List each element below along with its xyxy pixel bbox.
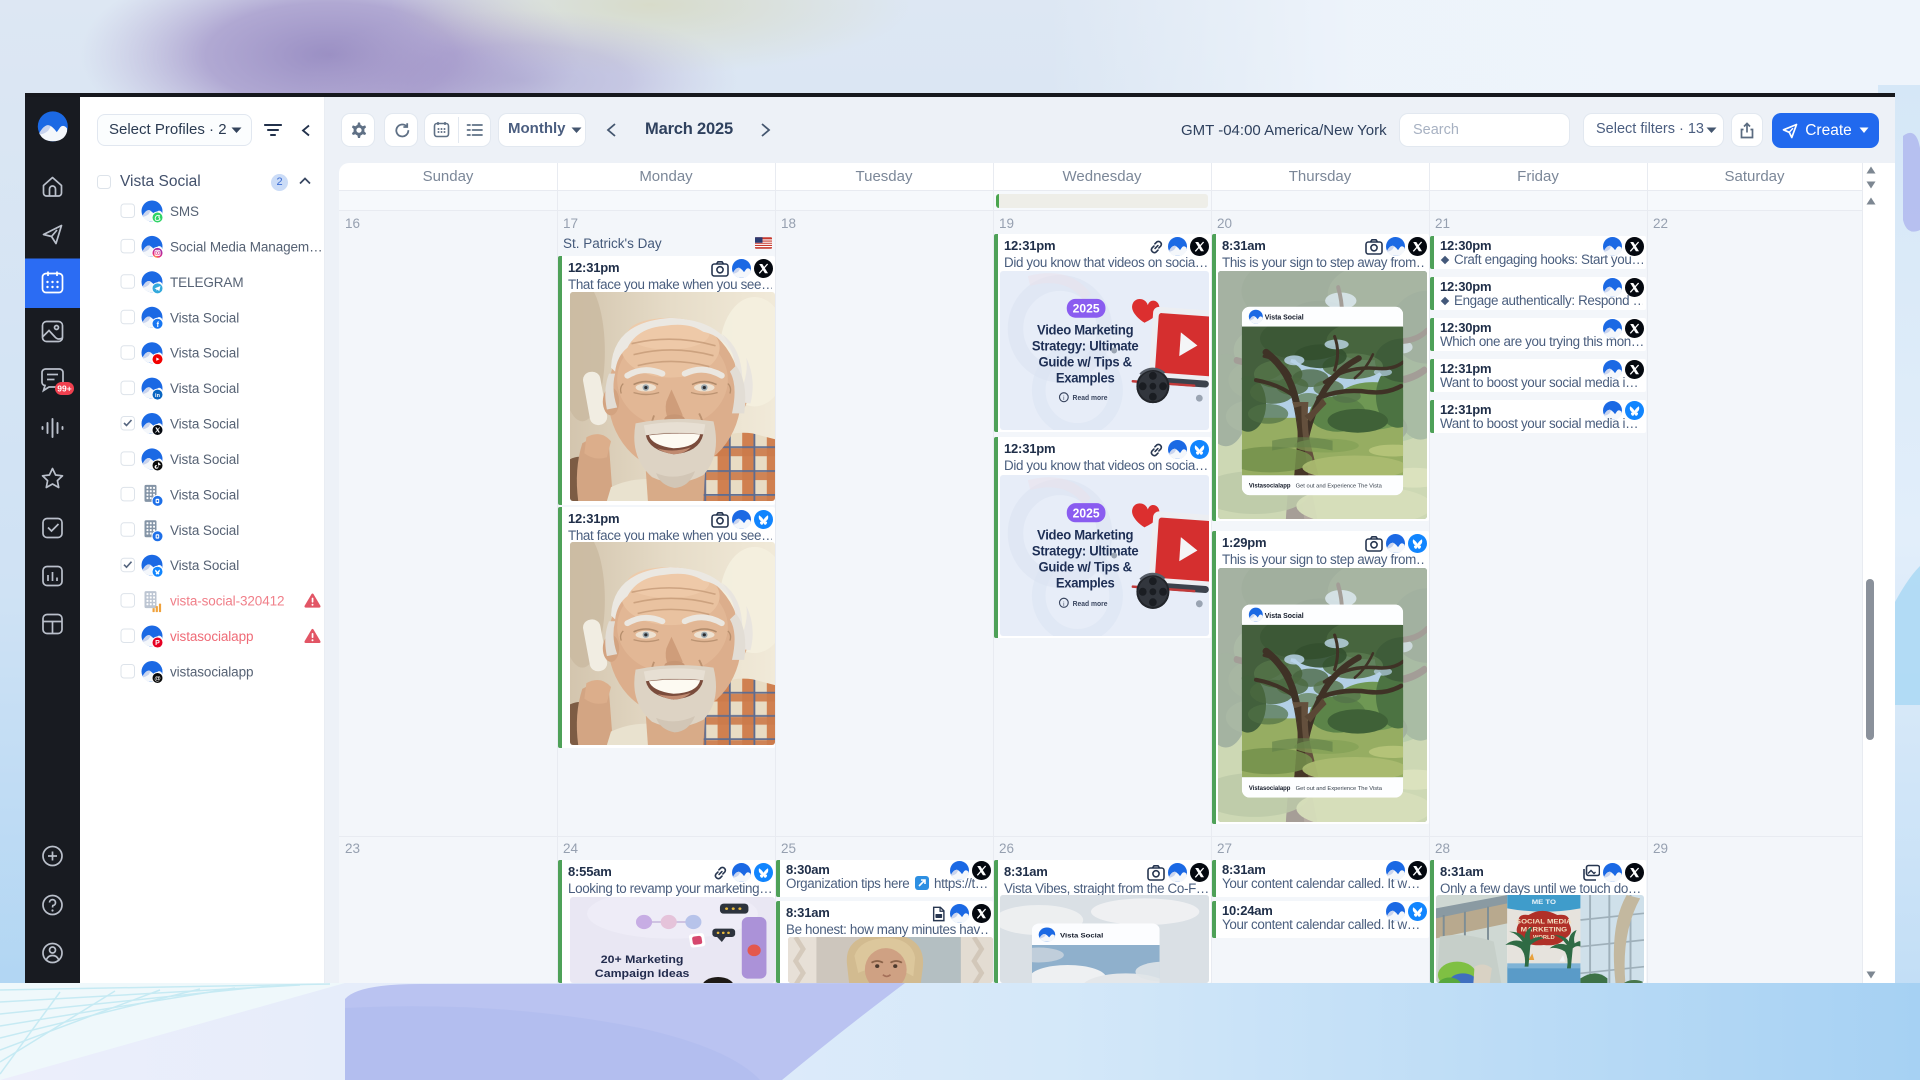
svg-text:Vista Social: Vista Social	[1060, 931, 1103, 939]
svg-text:Campaign Ideas: Campaign Ideas	[595, 968, 690, 980]
svg-text:Social Media Managem…: Social Media Managem…	[170, 239, 322, 254]
svg-text:TELEGRAM: TELEGRAM	[170, 275, 243, 290]
svg-text:Vista Social: Vista Social	[170, 417, 239, 432]
svg-text:in: in	[155, 393, 161, 399]
svg-text:Guide w/ Tips &: Guide w/ Tips &	[1039, 559, 1133, 574]
svg-text:vistasocialapp: vistasocialapp	[170, 629, 253, 644]
svg-text:Vistasocialapp: Vistasocialapp	[1249, 786, 1291, 792]
svg-text:Vista Social: Vista Social	[170, 346, 239, 361]
svg-text:i: i	[1063, 601, 1064, 608]
svg-text:2025: 2025	[1073, 506, 1100, 520]
svg-text:Strategy: Ultimate: Strategy: Ultimate	[1032, 543, 1138, 558]
svg-text:Strategy: Ultimate: Strategy: Ultimate	[1032, 338, 1139, 353]
svg-text:Guide w/ Tips &: Guide w/ Tips &	[1038, 354, 1132, 369]
svg-text:Examples: Examples	[1056, 370, 1115, 385]
svg-text:Vista Social: Vista Social	[170, 523, 239, 538]
svg-text:P: P	[155, 640, 160, 647]
svg-text:Vistasocialapp: Vistasocialapp	[1249, 484, 1291, 490]
svg-text:vista-social-320412: vista-social-320412	[170, 594, 284, 609]
svg-text:Video Marketing: Video Marketing	[1037, 527, 1133, 542]
svg-text:Read more: Read more	[1073, 601, 1108, 608]
svg-text:Video Marketing: Video Marketing	[1037, 322, 1133, 337]
svg-text:Get out and Experience The Vis: Get out and Experience The Vista	[1296, 484, 1383, 490]
svg-text:Vista Social: Vista Social	[170, 487, 239, 502]
svg-text:Vista Social: Vista Social	[170, 381, 239, 396]
svg-text:@: @	[154, 675, 161, 682]
svg-text:Examples: Examples	[1056, 575, 1115, 590]
svg-text:i: i	[1063, 395, 1064, 402]
svg-text:Vista Social: Vista Social	[170, 558, 239, 573]
svg-text:Vista Social: Vista Social	[1265, 315, 1304, 322]
svg-text:Get out and Experience The Vis: Get out and Experience The Vista	[1296, 786, 1383, 792]
svg-text:2025: 2025	[1073, 302, 1100, 316]
svg-text:Read more: Read more	[1073, 395, 1108, 402]
svg-text:SMS: SMS	[170, 204, 199, 219]
svg-text:20+ Marketing: 20+ Marketing	[601, 954, 684, 966]
svg-text:Vista Social: Vista Social	[1265, 613, 1304, 620]
svg-text:99+: 99+	[57, 384, 71, 394]
svg-text:ME TO: ME TO	[1532, 898, 1557, 906]
svg-text:Vista Social: Vista Social	[170, 310, 239, 325]
svg-text:SOCIAL MEDIA: SOCIAL MEDIA	[1516, 917, 1572, 925]
svg-text:Vista Social: Vista Social	[170, 452, 239, 467]
svg-text:vistasocialapp: vistasocialapp	[170, 665, 253, 680]
